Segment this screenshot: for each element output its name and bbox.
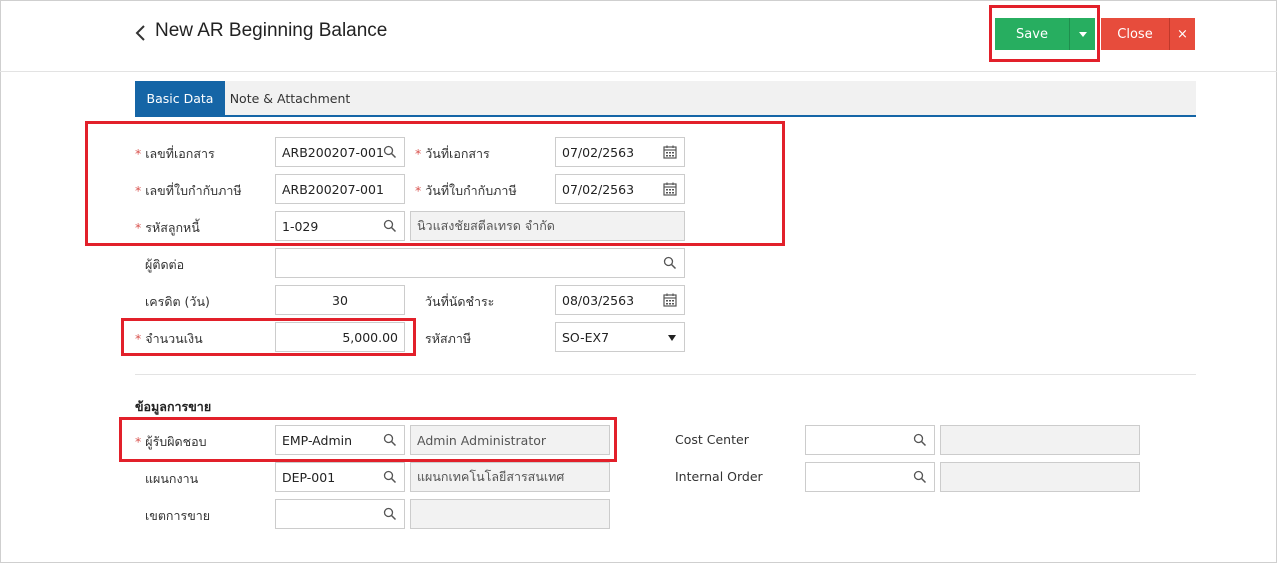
required-mark: * — [135, 183, 142, 198]
calendar-icon[interactable] — [663, 145, 677, 159]
contact-label: ผู้ติดต่อ — [145, 257, 185, 272]
section-divider — [135, 374, 1196, 375]
tab-note-attachment[interactable]: Note & Attachment — [225, 81, 355, 115]
search-icon[interactable] — [383, 470, 397, 484]
sales-section-title: ข้อมูลการขาย — [135, 399, 212, 414]
required-mark: * — [135, 331, 142, 346]
sales-area-name-field — [410, 499, 610, 529]
tab-basic-data[interactable]: Basic Data — [135, 81, 225, 115]
debtor-name-field: นิวแสงชัยสตีลเทรด จำกัด — [410, 211, 685, 241]
calendar-icon[interactable] — [663, 182, 677, 196]
tax-inv-no-value: ARB200207-001 — [282, 181, 384, 197]
required-mark: * — [135, 146, 142, 161]
doc-date-value: 07/02/2563 — [562, 144, 635, 160]
due-date-label: วันที่นัดชำระ — [425, 294, 495, 309]
sales-area-label: เขตการขาย — [145, 508, 211, 523]
doc-no-label-text: เลขที่เอกสาร — [145, 146, 215, 161]
tax-inv-no-label-text: เลขที่ใบกำกับภาษี — [145, 183, 242, 198]
search-icon[interactable] — [913, 433, 927, 447]
debtor-code-value: 1-029 — [282, 218, 319, 234]
tax-inv-date-label-text: วันที่ใบกำกับภาษี — [425, 183, 517, 198]
credit-days-input[interactable]: 30 — [275, 285, 405, 315]
tax-inv-date-label: * วันที่ใบกำกับภาษี — [415, 181, 517, 201]
calendar-icon[interactable] — [663, 293, 677, 307]
save-button[interactable]: Save — [995, 18, 1069, 50]
amount-value: 5,000.00 — [342, 329, 398, 345]
department-value: DEP-001 — [282, 469, 336, 485]
back-chevron-icon[interactable] — [133, 22, 149, 44]
tax-inv-date-input[interactable]: 07/02/2563 — [555, 174, 685, 204]
doc-date-label-text: วันที่เอกสาร — [425, 146, 490, 161]
responsible-name-value: Admin Administrator — [417, 432, 547, 448]
doc-date-input[interactable]: 07/02/2563 — [555, 137, 685, 167]
tax-code-value: SO-EX7 — [562, 329, 610, 345]
due-date-value: 08/03/2563 — [562, 292, 635, 308]
credit-days-value: 30 — [332, 292, 348, 308]
required-mark: * — [415, 183, 422, 198]
dropdown-arrow-icon — [668, 335, 676, 341]
search-icon[interactable] — [913, 470, 927, 484]
required-mark: * — [135, 434, 142, 449]
internal-order-name-field — [940, 462, 1140, 492]
close-button[interactable]: Close — [1101, 18, 1169, 50]
amount-label-text: จำนวนเงิน — [145, 331, 203, 346]
responsible-value: EMP-Admin — [282, 432, 353, 448]
cost-center-label: Cost Center — [675, 432, 749, 447]
save-dropdown-button[interactable] — [1069, 18, 1095, 50]
credit-days-label: เครดิต (วัน) — [145, 294, 210, 309]
tax-code-label: รหัสภาษี — [425, 331, 472, 346]
responsible-label-text: ผู้รับผิดชอบ — [145, 434, 207, 449]
department-name-value: แผนกเทคโนโลยีสารสนเทศ — [417, 469, 565, 484]
doc-no-label: * เลขที่เอกสาร — [135, 144, 215, 164]
tax-inv-no-input[interactable]: ARB200207-001 — [275, 174, 405, 204]
debtor-code-label: * รหัสลูกหนี้ — [135, 218, 200, 238]
internal-order-input[interactable] — [805, 462, 935, 492]
doc-date-label: * วันที่เอกสาร — [415, 144, 490, 164]
page-title: New AR Beginning Balance — [155, 20, 388, 41]
caret-down-icon — [1078, 31, 1087, 37]
department-label: แผนกงาน — [145, 471, 199, 486]
cost-center-input[interactable] — [805, 425, 935, 455]
debtor-code-input[interactable]: 1-029 — [275, 211, 405, 241]
department-input[interactable]: DEP-001 — [275, 462, 405, 492]
close-x-button[interactable]: × — [1169, 18, 1195, 50]
tab-bar: Basic Data Note & Attachment — [135, 81, 1196, 117]
sales-area-input[interactable] — [275, 499, 405, 529]
department-name-field: แผนกเทคโนโลยีสารสนเทศ — [410, 462, 610, 492]
amount-label: * จำนวนเงิน — [135, 329, 203, 349]
doc-no-input[interactable]: ARB200207-001 — [275, 137, 405, 167]
debtor-code-label-text: รหัสลูกหนี้ — [145, 220, 200, 235]
responsible-input[interactable]: EMP-Admin — [275, 425, 405, 455]
search-icon[interactable] — [383, 145, 397, 159]
tax-inv-no-label: * เลขที่ใบกำกับภาษี — [135, 181, 242, 201]
responsible-label: * ผู้รับผิดชอบ — [135, 432, 207, 452]
doc-no-value: ARB200207-001 — [282, 144, 384, 160]
search-icon[interactable] — [383, 433, 397, 447]
due-date-input[interactable]: 08/03/2563 — [555, 285, 685, 315]
search-icon[interactable] — [383, 507, 397, 521]
debtor-name-value: นิวแสงชัยสตีลเทรด จำกัด — [417, 218, 555, 233]
amount-input[interactable]: 5,000.00 — [275, 322, 405, 352]
tax-code-select[interactable]: SO-EX7 — [555, 322, 685, 352]
cost-center-name-field — [940, 425, 1140, 455]
header-divider — [0, 71, 1277, 72]
tax-inv-date-value: 07/02/2563 — [562, 181, 635, 197]
responsible-name-field: Admin Administrator — [410, 425, 610, 455]
required-mark: * — [135, 220, 142, 235]
search-icon[interactable] — [663, 256, 677, 270]
contact-input[interactable] — [275, 248, 685, 278]
search-icon[interactable] — [383, 219, 397, 233]
internal-order-label: Internal Order — [675, 469, 763, 484]
required-mark: * — [415, 146, 422, 161]
